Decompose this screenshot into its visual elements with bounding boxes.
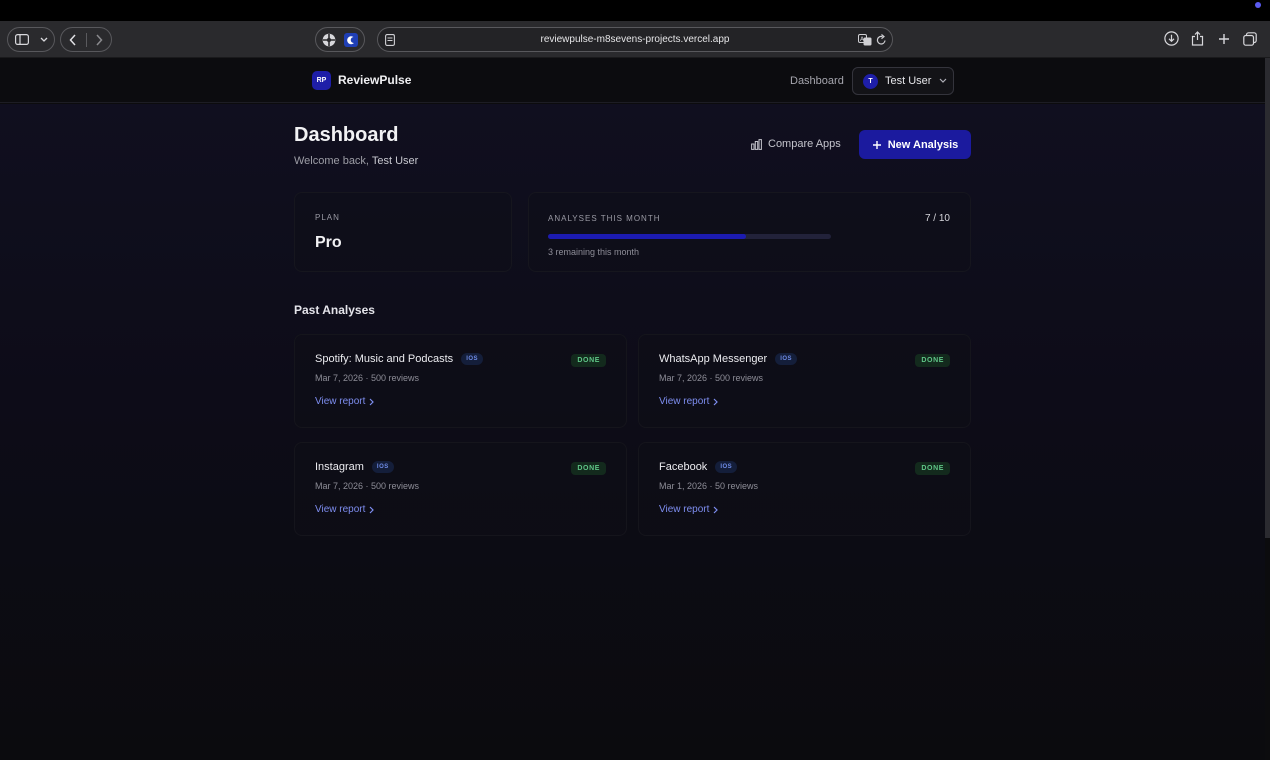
past-analyses-title: Past Analyses — [294, 303, 375, 317]
share-icon[interactable] — [1189, 30, 1206, 47]
analysis-app-name: WhatsApp Messenger — [659, 353, 768, 365]
chevron-right-icon[interactable] — [87, 28, 112, 51]
view-report-link[interactable]: View report — [315, 396, 375, 407]
chevron-right-icon — [369, 506, 375, 514]
view-report-label: View report — [659, 504, 710, 515]
welcome-user-name: Test User — [371, 155, 419, 167]
platform-badge: IOS — [715, 461, 738, 473]
user-name: Test User — [885, 75, 932, 87]
chevron-right-icon — [713, 506, 719, 514]
tabs-overview-icon[interactable] — [1241, 30, 1258, 47]
status-dot — [1255, 2, 1261, 8]
welcome-prefix: Welcome back, — [294, 155, 372, 167]
analysis-meta: Mar 1, 2026 · 50 reviews — [659, 481, 759, 491]
chevron-right-icon — [369, 398, 375, 406]
status-badge: DONE — [915, 354, 950, 367]
plan-card: PLAN Pro — [294, 192, 512, 272]
page-title: Dashboard — [294, 124, 399, 146]
moon-extension-icon[interactable] — [344, 28, 358, 51]
browser-toolbar: reviewpulse-m8sevens-projects.vercel.app… — [0, 21, 1270, 58]
chevron-down-icon[interactable] — [36, 28, 52, 51]
welcome-text: Welcome back, Test User — [294, 155, 418, 167]
view-report-label: View report — [659, 396, 710, 407]
analysis-title-row: Instagram IOS — [315, 461, 394, 473]
compare-apps-button[interactable]: Compare Apps — [751, 138, 841, 150]
new-analysis-button[interactable]: New Analysis — [859, 130, 971, 159]
nav-link-dashboard[interactable]: Dashboard — [790, 75, 844, 87]
app-logo[interactable]: RP — [312, 71, 331, 90]
analysis-app-name: Facebook — [659, 461, 708, 473]
view-report-link[interactable]: View report — [659, 504, 719, 515]
view-report-link[interactable]: View report — [315, 504, 375, 515]
compare-apps-label: Compare Apps — [768, 138, 841, 150]
os-menu-strip — [0, 0, 1270, 21]
user-menu-button[interactable]: T Test User — [852, 67, 954, 95]
analysis-card: WhatsApp Messenger IOS DONE Mar 7, 2026 … — [638, 334, 971, 428]
usage-remaining: 3 remaining this month — [548, 247, 640, 257]
url-text: reviewpulse-m8sevens-projects.vercel.app — [540, 34, 730, 45]
download-icon[interactable] — [1163, 30, 1180, 47]
usage-count: 7 / 10 — [924, 213, 950, 224]
view-report-link[interactable]: View report — [659, 396, 719, 407]
chevron-left-icon[interactable] — [61, 28, 86, 51]
page-scrollbar[interactable] — [1265, 58, 1270, 538]
analysis-card: Instagram IOS DONE Mar 7, 2026 · 500 rev… — [294, 442, 627, 536]
plus-icon[interactable] — [1215, 30, 1232, 47]
sidebar-toggle-group — [7, 27, 55, 52]
analysis-meta: Mar 7, 2026 · 500 reviews — [315, 481, 420, 491]
status-badge: DONE — [571, 354, 606, 367]
sidebar-icon[interactable] — [8, 28, 36, 51]
analysis-title-row: WhatsApp Messenger IOS — [659, 353, 798, 365]
platform-badge: IOS — [371, 461, 394, 473]
usage-progress-fill — [548, 234, 747, 239]
app-navbar: RP ReviewPulse Dashboard T Test User — [0, 58, 1265, 103]
analysis-title-row: Facebook IOS — [659, 461, 738, 473]
status-badge: DONE — [571, 462, 606, 475]
translate-icon[interactable]: A — [858, 33, 872, 51]
usage-progress-bar — [548, 234, 831, 239]
chevron-down-icon — [939, 78, 947, 84]
usage-label: ANALYSES THIS MONTH — [548, 214, 661, 223]
extensions-group — [315, 27, 365, 52]
app-name[interactable]: ReviewPulse — [338, 73, 411, 87]
plan-label: PLAN — [315, 213, 340, 222]
platform-badge: IOS — [461, 353, 484, 365]
usage-card: ANALYSES THIS MONTH 7 / 10 3 remaining t… — [528, 192, 971, 272]
view-report-label: View report — [315, 396, 366, 407]
analysis-title-row: Spotify: Music and Podcasts IOS — [315, 353, 484, 365]
address-bar[interactable]: reviewpulse-m8sevens-projects.vercel.app… — [377, 27, 893, 52]
new-analysis-label: New Analysis — [887, 138, 959, 151]
reload-icon[interactable] — [876, 33, 887, 51]
history-nav-group — [60, 27, 112, 52]
plan-value: Pro — [315, 234, 342, 251]
analysis-card: Spotify: Music and Podcasts IOS DONE Mar… — [294, 334, 627, 428]
analysis-meta: Mar 7, 2026 · 500 reviews — [659, 373, 764, 383]
plus-icon — [872, 140, 882, 150]
status-badge: DONE — [915, 462, 950, 475]
view-report-label: View report — [315, 504, 366, 515]
analysis-app-name: Instagram — [315, 461, 364, 473]
platform-badge: IOS — [775, 353, 798, 365]
analysis-meta: Mar 7, 2026 · 500 reviews — [315, 373, 420, 383]
analysis-card: Facebook IOS DONE Mar 1, 2026 · 50 revie… — [638, 442, 971, 536]
bar-chart-icon — [751, 138, 762, 150]
chevron-right-icon — [713, 398, 719, 406]
extension-icon[interactable] — [322, 28, 336, 51]
browser-actions — [1163, 30, 1258, 47]
avatar: T — [863, 73, 878, 89]
dashboard-main: Dashboard Welcome back, Test User Compar… — [0, 104, 1265, 760]
analysis-app-name: Spotify: Music and Podcasts — [315, 353, 454, 365]
